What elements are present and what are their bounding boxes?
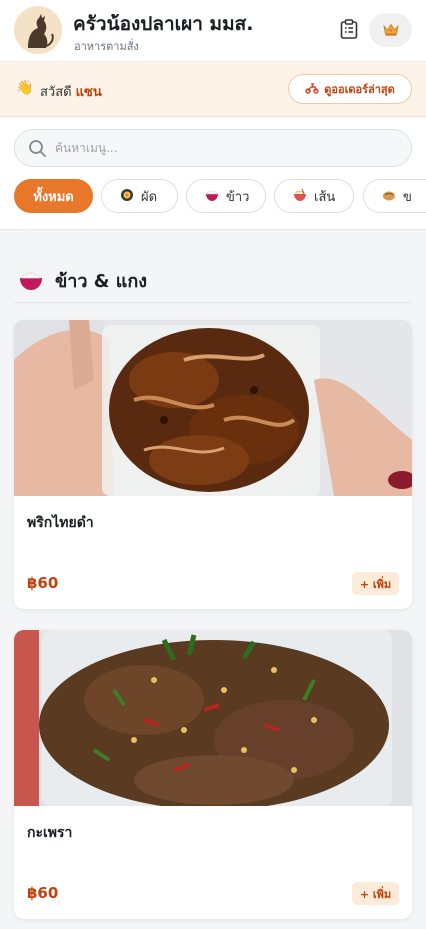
add-to-cart-button[interactable]: + เพิ่ม [352,882,399,905]
category-chip-label: ข [403,189,412,205]
crown-icon [382,21,399,40]
category-chip-label: ทั้งหมด [33,189,74,205]
greeting-label: สวัสดี [40,85,72,100]
category-chip-stir-fry[interactable]: ผัด [101,179,178,213]
search-and-filter-area: ทั้งหมด ผัด ข้าว เส้น ข [0,117,426,230]
shop-avatar [14,6,62,54]
search-icon [28,139,47,162]
scooter-icon [305,82,319,97]
greeting-bar: 👋 สวัสดี แซน ดูออเดอร์ล่าสุด [0,62,426,117]
menu-item-name: พริกไทยดำ [27,515,94,531]
app-title: ครัวน้องปลาเผา มมส. [73,13,254,35]
category-chip-label: ข้าว [226,189,250,205]
waving-hand-icon: 👋 [16,80,34,96]
rice-bowl-icon [18,266,44,296]
dish-icon [382,188,396,205]
latest-order-button[interactable]: ดูออเดอร์ล่าสุด [288,74,412,104]
section-title: ข้าว & แกง [55,271,148,292]
greeting-user-name: แซน [75,85,102,100]
clipboard-icon [340,19,358,43]
noodle-icon [293,188,307,205]
menu-item-image [14,630,412,806]
category-filter-bar: ทั้งหมด ผัด ข้าว เส้น ข [14,179,426,214]
search-input[interactable] [55,130,395,166]
latest-order-label: ดูออเดอร์ล่าสุด [324,83,395,96]
menu-item-card[interactable]: พริกไทยดำ ฿60 + เพิ่ม [14,320,412,609]
category-chip-label: เส้น [314,189,336,205]
menu-item-price: ฿60 [27,884,59,902]
category-chip-label: ผัด [141,189,158,205]
premium-button[interactable] [369,13,412,47]
pan-icon [120,188,134,205]
category-chip-noodle[interactable]: เส้น [274,179,354,213]
menu-item-image [14,320,412,496]
search-box[interactable] [14,129,412,167]
rice-icon [205,188,219,205]
section-header: ข้าว & แกง [14,258,412,303]
add-to-cart-button[interactable]: + เพิ่ม [352,572,399,595]
category-chip-all[interactable]: ทั้งหมด [14,179,93,213]
category-chip-more[interactable]: ข [363,179,426,213]
orders-button[interactable] [337,18,361,44]
menu-item-price: ฿60 [27,574,59,592]
menu-item-card[interactable]: กะเพรา ฿60 + เพิ่ม [14,630,412,919]
app-header: ครัวน้องปลาเผา มมส. อาหารตามสั่ง [0,0,426,62]
app-subtitle: อาหารตามสั่ง [74,40,139,53]
menu-item-name: กะเพรา [27,825,73,841]
category-chip-rice[interactable]: ข้าว [186,179,266,213]
greeting-text: สวัสดี แซน [40,81,102,102]
